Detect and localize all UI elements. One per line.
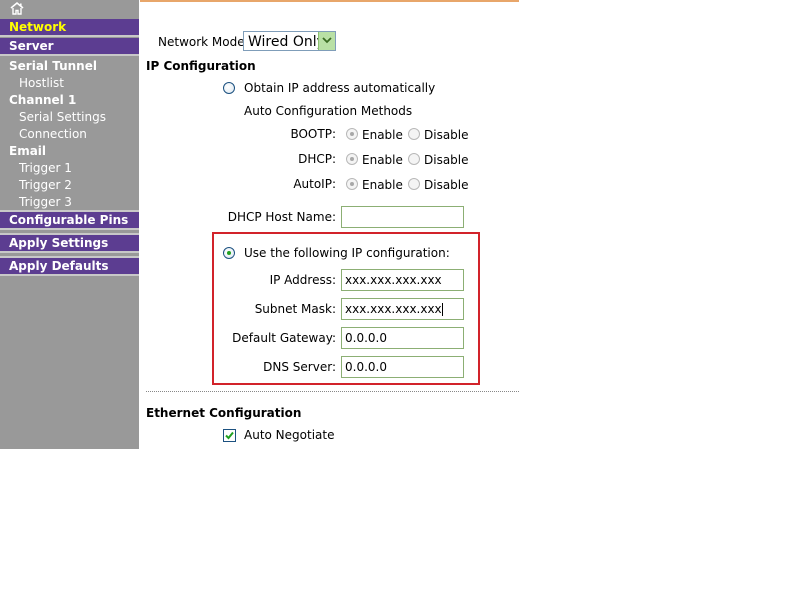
auto-negotiate-checkbox[interactable] [223,429,236,442]
nav-apply-defaults[interactable]: Apply Defaults [0,258,139,276]
section-separator [146,391,519,393]
network-mode-value: Wired Only [248,34,325,50]
bootp-enable-radio[interactable] [346,128,358,140]
default-gateway-label: Default Gateway: [232,331,336,345]
nav-serial-settings[interactable]: Serial Settings [0,109,139,125]
dns-server-value: 0.0.0.0 [345,360,387,374]
autoip-enable-radio[interactable] [346,178,358,190]
dhcp-host-name-input[interactable] [341,206,464,228]
dhcp-enable-radio[interactable] [346,153,358,165]
dns-server-label: DNS Server: [263,360,336,374]
default-gateway-value: 0.0.0.0 [345,331,387,345]
dhcp-enable-label: Enable [362,153,403,167]
nav-trigger-3[interactable]: Trigger 3 [0,194,139,210]
nav-configurable-pins[interactable]: Configurable Pins [0,212,139,230]
bootp-disable-radio[interactable] [408,128,420,140]
home-icon[interactable] [9,1,25,19]
chevron-down-icon [322,37,332,44]
nav-hostlist[interactable]: Hostlist [0,75,139,91]
text-caret [441,303,443,316]
autoip-disable-label: Disable [424,178,469,192]
nav-trigger-1[interactable]: Trigger 1 [0,160,139,176]
nav-email[interactable]: Email [0,143,139,159]
dns-server-input[interactable]: 0.0.0.0 [341,356,464,378]
subnet-mask-value: xxx.xxx.xxx.xxx [345,302,442,316]
use-following-radio[interactable] [223,247,235,259]
dhcp-label: DHCP: [298,152,336,166]
nav-channel-1[interactable]: Channel 1 [0,92,139,108]
dhcp-disable-radio[interactable] [408,153,420,165]
default-gateway-input[interactable]: 0.0.0.0 [341,327,464,349]
nav-serial-tunnel[interactable]: Serial Tunnel [0,58,139,74]
home-row [0,0,139,18]
checkmark-icon [225,431,234,440]
autoip-label: AutoIP: [293,177,336,191]
nav-server[interactable]: Server [0,38,139,56]
use-following-label: Use the following IP configuration: [244,246,450,260]
ip-config-heading: IP Configuration [146,59,256,73]
top-rule [140,0,519,2]
bootp-label: BOOTP: [290,127,336,141]
obtain-auto-radio[interactable] [223,82,235,94]
nav-connection[interactable]: Connection [0,126,139,142]
dhcp-disable-label: Disable [424,153,469,167]
bootp-disable-label: Disable [424,128,469,142]
ip-address-label: IP Address: [269,273,336,287]
auto-methods-label: Auto Configuration Methods [244,104,413,118]
sidebar: Network Server Serial Tunnel Hostlist Ch… [0,0,139,449]
bootp-enable-label: Enable [362,128,403,142]
subnet-mask-label: Subnet Mask: [254,302,336,316]
network-mode-select[interactable]: Wired Only [243,31,336,51]
nav-network[interactable]: Network [0,19,139,37]
network-mode-label: Network Mode: [158,35,249,49]
ip-address-value: xxx.xxx.xxx.xxx [345,273,442,287]
nav-apply-settings[interactable]: Apply Settings [0,235,139,253]
nav-trigger-2[interactable]: Trigger 2 [0,177,139,193]
auto-negotiate-label: Auto Negotiate [244,428,335,442]
autoip-disable-radio[interactable] [408,178,420,190]
dropdown-arrow[interactable] [318,32,335,50]
ethernet-config-heading: Ethernet Configuration [146,406,302,420]
subnet-mask-input[interactable]: xxx.xxx.xxx.xxx [341,298,464,320]
dhcp-host-name-label: DHCP Host Name: [227,210,336,224]
ip-address-input[interactable]: xxx.xxx.xxx.xxx [341,269,464,291]
autoip-enable-label: Enable [362,178,403,192]
obtain-auto-label: Obtain IP address automatically [244,81,436,95]
